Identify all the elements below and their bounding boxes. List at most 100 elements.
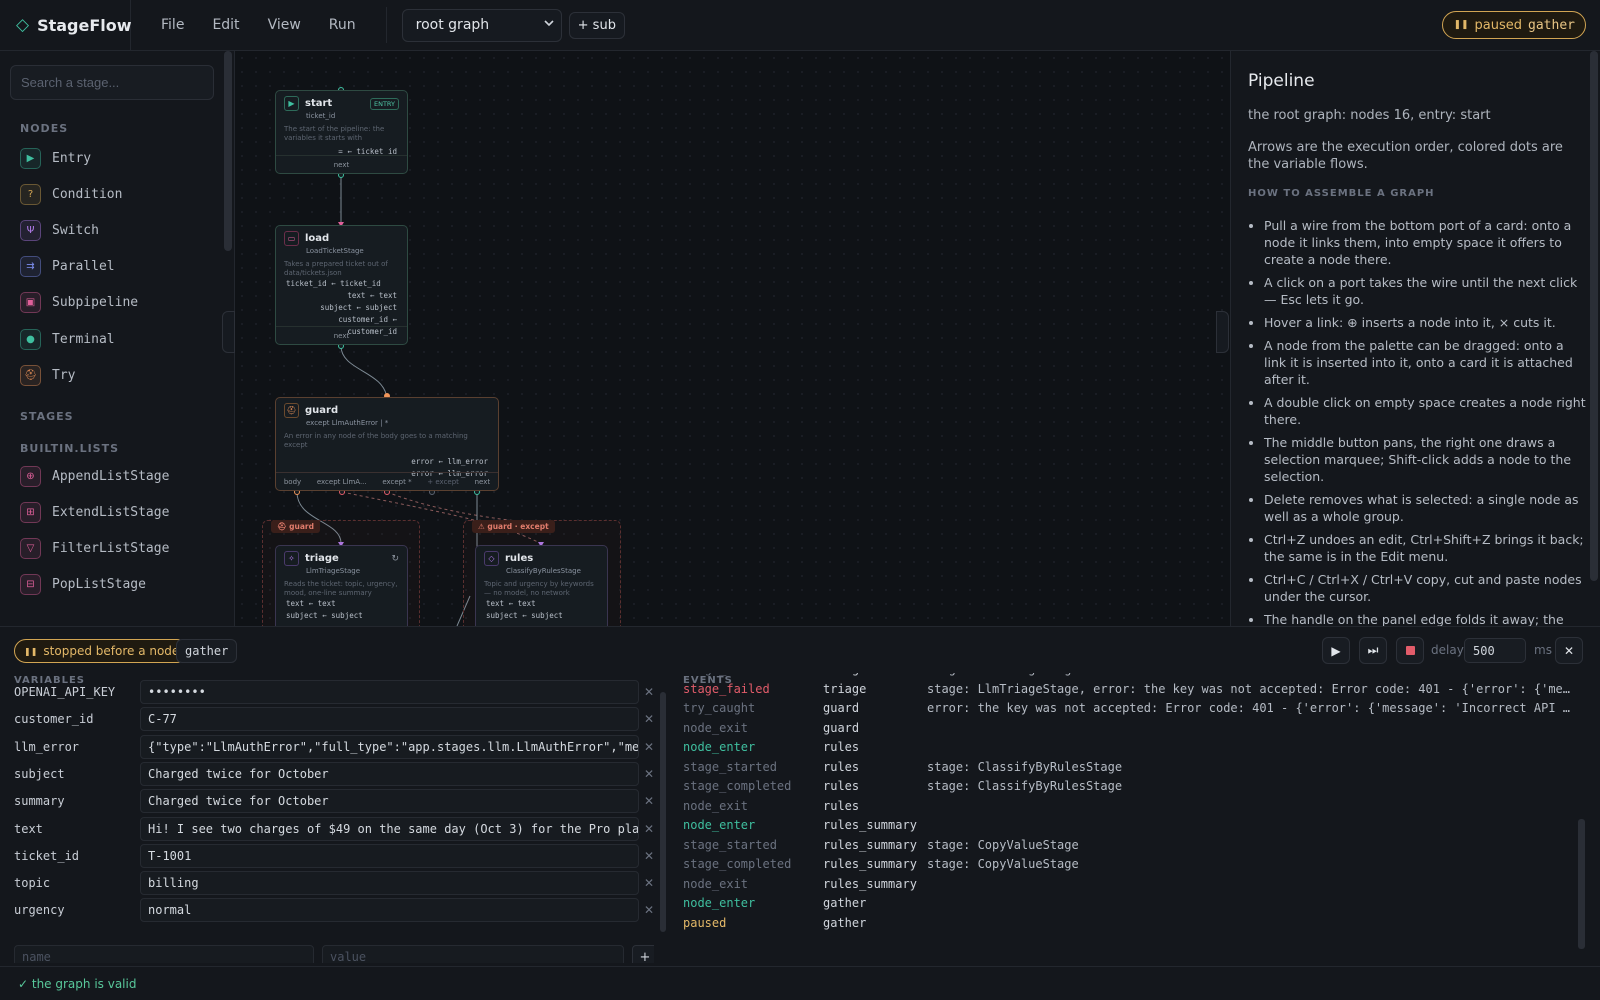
menu-file[interactable]: File — [147, 17, 198, 33]
menu-edit[interactable]: Edit — [198, 17, 253, 33]
delete-variable-icon[interactable]: ✕ — [639, 903, 654, 917]
run-state-badge: ❚❚ paused gather — [1442, 11, 1586, 39]
pause-icon: ❚❚ — [24, 646, 38, 656]
port-except-any[interactable]: except * — [382, 478, 411, 486]
palette-stage-extendliststage[interactable]: ⊞ ExtendListStage — [20, 500, 169, 524]
event-node: rules — [823, 798, 860, 813]
delete-variable-icon[interactable]: ✕ — [639, 822, 654, 836]
variable-name: subject — [14, 766, 65, 781]
events-scrollbar[interactable] — [1578, 819, 1585, 949]
new-variable-name-input[interactable] — [14, 945, 314, 963]
sidebar-scrollbar[interactable] — [224, 51, 232, 251]
sparkle-icon: ✧ — [284, 551, 299, 566]
add-variable-button[interactable]: + — [632, 945, 654, 963]
panel-scrollbar[interactable] — [1590, 51, 1598, 581]
menu-view[interactable]: View — [254, 17, 315, 33]
delete-variable-icon[interactable]: ✕ — [639, 849, 654, 863]
palette-node-parallel[interactable]: ⇉ Parallel — [20, 255, 115, 279]
menu-run[interactable]: Run — [315, 17, 370, 33]
variable-value-input[interactable]: •••••••• — [140, 680, 639, 704]
palette-stage-popliststage[interactable]: ⊟ PopListStage — [20, 573, 146, 597]
node-port-next[interactable]: next — [276, 155, 407, 173]
event-type: node_exit — [683, 876, 749, 891]
event-row: stage_startedtriagestage: LlmTriageStage — [683, 673, 1573, 681]
try-icon: ⛑ — [284, 403, 299, 418]
how-to-title: HOW TO ASSEMBLE A GRAPH — [1248, 188, 1435, 199]
node-load[interactable]: ▭ load LoadTicketStage Takes a prepared t… — [275, 225, 408, 345]
graph-select[interactable]: root graph — [401, 8, 562, 42]
delete-variable-icon[interactable]: ✕ — [639, 876, 654, 890]
palette-stage-appendliststage[interactable]: ⊕ AppendListStage — [20, 464, 169, 488]
node-title: guard — [305, 405, 339, 416]
variable-value-input[interactable]: Charged twice for October — [140, 761, 639, 786]
tip-item: A node from the palette can be dragged: … — [1264, 337, 1586, 388]
delete-variable-icon[interactable]: ✕ — [639, 767, 654, 781]
node-guard[interactable]: ⛑ guard except LlmAuthError | * An error … — [275, 397, 499, 491]
panel-fold-handle[interactable] — [1216, 311, 1229, 353]
event-row: paused gather — [683, 916, 1573, 935]
inspector-panel: Pipeline the root graph: nodes 16, entry… — [1230, 51, 1600, 626]
node-title: start — [305, 98, 333, 109]
close-debug-button[interactable]: ✕ — [1555, 637, 1583, 664]
menu-bar: File Edit View Run — [147, 17, 370, 33]
variable-value-input[interactable]: T-1001 — [140, 843, 639, 868]
palette-node-try[interactable]: ⛑ Try — [20, 363, 75, 387]
event-row: node_enter gather — [683, 896, 1573, 915]
event-node: rules — [823, 779, 860, 793]
tag-icon: ◇ — [484, 551, 499, 566]
logo-diamond-icon: ◇ — [16, 15, 30, 35]
node-desc: Topic and urgency by keywords — no model… — [484, 580, 594, 598]
palette-item-label: FilterListStage — [52, 540, 170, 556]
delete-variable-icon[interactable]: ✕ — [639, 794, 654, 808]
node-start[interactable]: ▶ start ENTRY ticket_id The start of the p… — [275, 90, 408, 174]
node-rules[interactable]: ◇ rules ClassifyByRulesStage Topic and ur… — [475, 545, 608, 626]
port-body[interactable]: body — [284, 478, 301, 486]
play-icon: ▶ — [20, 147, 41, 169]
variable-value-input[interactable]: Charged twice for October — [140, 789, 639, 814]
sidebar-fold-handle[interactable] — [222, 311, 235, 353]
port-next[interactable]: next — [475, 478, 491, 486]
variable-row: summary Charged twice for October ✕ — [14, 789, 654, 814]
tip-item: Hover a link: ⊕ inserts a node into it, … — [1264, 314, 1586, 331]
variable-value-input[interactable]: C-77 — [140, 707, 639, 732]
palette-stage-filterliststage[interactable]: ▽ FilterListStage — [20, 536, 169, 560]
ms-label: ms — [1534, 643, 1552, 657]
palette-node-switch[interactable]: Ψ Switch — [20, 218, 99, 242]
event-type: stage_failed — [683, 681, 770, 696]
search-input[interactable] — [10, 65, 214, 100]
delay-input[interactable] — [1464, 638, 1526, 663]
variables-scrollbar[interactable] — [660, 692, 666, 932]
variable-row: topic billing ✕ — [14, 871, 654, 896]
palette-node-terminal[interactable]: ● Terminal — [20, 327, 115, 351]
variable-value-input[interactable]: billing — [140, 871, 639, 896]
event-row: node_exit rules — [683, 799, 1573, 818]
tip-item: Ctrl+C / Ctrl+X / Ctrl+V copy, cut and p… — [1264, 571, 1586, 605]
event-node: rules — [823, 740, 860, 754]
tip-item: A double click on empty space creates a … — [1264, 394, 1586, 428]
graph-canvas[interactable]: ▶ start ENTRY ticket_id The start of the p… — [235, 51, 1230, 626]
port-except-llm[interactable]: except LlmA... — [317, 478, 367, 486]
palette-node-subpipeline[interactable]: ▣ Subpipeline — [20, 291, 138, 315]
add-sub-button[interactable]: + sub — [568, 11, 625, 39]
events-log: stage_startedtriagestage: LlmTriageStage… — [683, 673, 1573, 938]
port-add-except[interactable]: + except — [427, 478, 459, 486]
variable-row: text Hi! I see two charges of $49 on the … — [14, 816, 654, 841]
node-triage[interactable]: ✧ triage ↻ LlmTriageStage Reads the ticket… — [275, 545, 408, 626]
play-button[interactable]: ▶ — [1322, 637, 1350, 664]
variable-value-input[interactable]: {"type":"LlmAuthError","full_type":"app.… — [140, 734, 639, 759]
node-port-next[interactable]: next — [276, 326, 407, 344]
palette-node-entry[interactable]: ▶ Entry — [20, 146, 91, 170]
delete-variable-icon[interactable]: ✕ — [639, 685, 654, 699]
step-button[interactable]: ⏭ — [1359, 637, 1387, 664]
stop-button[interactable] — [1396, 637, 1424, 664]
delete-variable-icon[interactable]: ✕ — [639, 740, 654, 754]
variable-value-input[interactable]: normal — [140, 898, 639, 923]
event-row: node_exit guard — [683, 721, 1573, 740]
new-variable-value-input[interactable] — [322, 945, 624, 963]
palette-item-label: Switch — [52, 222, 99, 238]
panel-title: Pipeline — [1248, 71, 1315, 91]
delete-variable-icon[interactable]: ✕ — [639, 712, 654, 726]
run-state-label: paused — [1474, 17, 1523, 33]
palette-node-condition[interactable]: ? Condition — [20, 182, 122, 206]
variable-value-input[interactable]: Hi! I see two charges of $49 on the same… — [140, 816, 639, 841]
